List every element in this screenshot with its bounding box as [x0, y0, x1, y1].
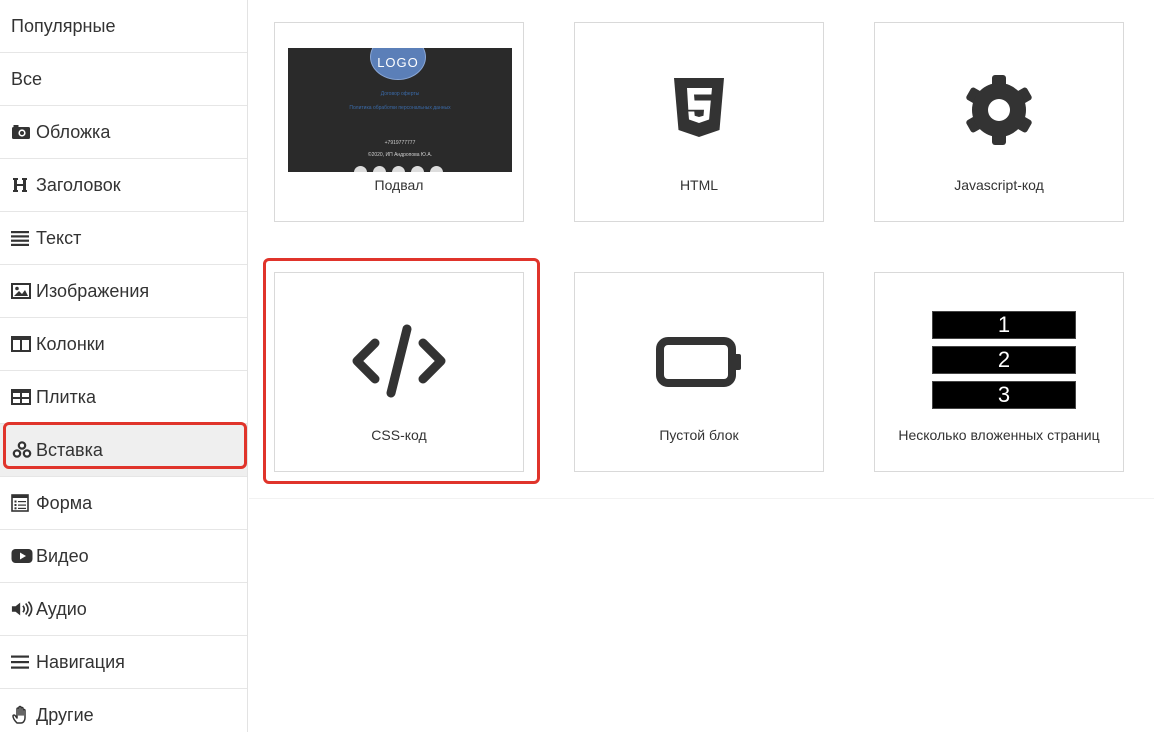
hand-icon — [11, 704, 33, 726]
sidebar-item-label: Аудио — [36, 598, 87, 619]
columns-icon — [11, 333, 33, 355]
gear-icon — [962, 73, 1036, 152]
sidebar-item-label: Все — [11, 68, 43, 89]
grid-icon — [11, 386, 33, 408]
image-icon — [11, 280, 33, 302]
sidebar-item-label: Колонки — [36, 333, 105, 354]
sidebar-item-all[interactable]: Все — [0, 53, 247, 106]
block-category-sidebar: Популярные Все Обложка Заголовок Текст И… — [0, 0, 248, 732]
nested-pages-preview: 1 2 3 — [932, 311, 1076, 416]
sidebar-item-audio[interactable]: Аудио — [0, 583, 247, 636]
sidebar-item-columns[interactable]: Колонки — [0, 318, 247, 371]
privacy-link-text: Политика обработки персональных данных — [349, 105, 451, 111]
block-card-css[interactable]: CSS-код — [274, 272, 524, 472]
sidebar-item-label: Заголовок — [36, 174, 121, 195]
social-icons-row — [354, 166, 443, 172]
card-label: Подвал — [374, 177, 424, 193]
sidebar-item-other[interactable]: Другие — [0, 689, 247, 732]
card-label: HTML — [679, 177, 719, 193]
block-grid: LOGO Договор оферты Политика обработки п… — [249, 0, 1154, 732]
block-card-nested-pages[interactable]: 1 2 3 Несколько вложенных страниц — [874, 272, 1124, 472]
align-justify-icon — [11, 227, 33, 249]
camera-icon — [11, 121, 33, 143]
sidebar-item-navigation[interactable]: Навигация — [0, 636, 247, 689]
page-3-bar: 3 — [932, 381, 1076, 409]
card-label: CSS-код — [371, 427, 427, 443]
page-1-bar: 1 — [932, 311, 1076, 339]
sidebar-item-label: Изображения — [36, 280, 150, 301]
copyright-text: ©2020, ИП Андропова Ю.А. — [367, 152, 433, 158]
code-icon — [351, 323, 447, 404]
sidebar-item-label: Плитка — [36, 386, 97, 407]
sidebar-item-insert[interactable]: Вставка — [0, 424, 247, 477]
form-icon — [11, 492, 33, 514]
volume-icon — [11, 598, 33, 620]
bars-icon — [11, 651, 33, 673]
sidebar-item-label: Другие — [36, 704, 94, 725]
card-label: Пустой блок — [659, 427, 739, 443]
sidebar-item-tiles[interactable]: Плитка — [0, 371, 247, 424]
sidebar-item-label: Обложка — [36, 121, 111, 142]
sidebar-item-label: Популярные — [11, 15, 116, 36]
card-label: Несколько вложенных страниц — [898, 427, 1100, 443]
sidebar-item-cover[interactable]: Обложка — [0, 106, 247, 159]
logo-thumbnail: LOGO — [370, 48, 426, 80]
footer-preview-thumbnail: LOGO Договор оферты Политика обработки п… — [288, 48, 512, 172]
sidebar-item-label: Форма — [36, 492, 93, 513]
block-card-footer[interactable]: LOGO Договор оферты Политика обработки п… — [274, 22, 524, 222]
sidebar-item-label: Навигация — [36, 651, 125, 672]
sidebar-item-heading[interactable]: Заголовок — [0, 159, 247, 212]
block-card-empty[interactable]: Пустой блок — [574, 272, 824, 472]
empty-battery-icon — [656, 337, 742, 392]
heading-icon — [11, 174, 33, 196]
page-2-bar: 2 — [932, 346, 1076, 374]
sidebar-item-label: Вставка — [36, 439, 103, 460]
sidebar-item-label: Видео — [36, 545, 89, 566]
sidebar-item-label: Текст — [36, 227, 82, 248]
html5-icon — [671, 77, 727, 148]
sidebar-item-video[interactable]: Видео — [0, 530, 247, 583]
sidebar-item-popular[interactable]: Популярные — [0, 0, 247, 53]
block-card-html[interactable]: HTML — [574, 22, 824, 222]
card-label: Javascript-код — [954, 177, 1044, 193]
sidebar-item-form[interactable]: Форма — [0, 477, 247, 530]
phone-text: +7919777777 — [384, 140, 416, 146]
grid-divider — [249, 498, 1154, 499]
sidebar-item-text[interactable]: Текст — [0, 212, 247, 265]
cubes-icon — [11, 439, 33, 461]
offer-link-text: Договор оферты — [380, 91, 420, 97]
sidebar-item-images[interactable]: Изображения — [0, 265, 247, 318]
block-card-javascript[interactable]: Javascript-код — [874, 22, 1124, 222]
youtube-icon — [11, 545, 33, 567]
